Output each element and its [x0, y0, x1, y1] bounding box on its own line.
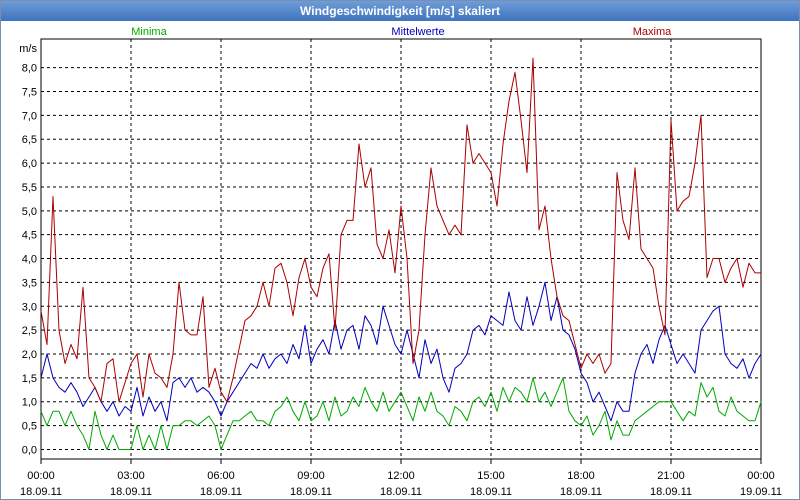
- y-tick-label: 7,5: [22, 87, 37, 99]
- x-tick-time-label: 12:00: [387, 470, 415, 482]
- y-tick-label: 2,0: [22, 349, 37, 361]
- x-tick-date-label: 18.09.11: [470, 486, 512, 498]
- y-tick-label: 6,5: [22, 134, 37, 146]
- y-tick-label: 3,5: [22, 277, 37, 289]
- x-tick-date-label: 18.09.11: [110, 486, 152, 498]
- x-tick-time-label: 09:00: [297, 470, 325, 482]
- y-axis-label: m/s: [19, 43, 37, 55]
- x-tick-time-label: 18:00: [567, 470, 595, 482]
- x-tick-date-label: 18.09.11: [380, 486, 422, 498]
- y-tick-label: 7,0: [22, 110, 37, 122]
- y-tick-label: 6,0: [22, 158, 37, 170]
- y-tick-label: 3,0: [22, 301, 37, 313]
- y-tick-label: 0,0: [22, 444, 37, 456]
- y-tick-label: 8,0: [22, 63, 37, 75]
- legend-maxima: Maxima: [633, 26, 672, 38]
- x-tick-date-label: 18.09.11: [560, 486, 602, 498]
- x-tick-date-label: 18.09.11: [650, 486, 692, 498]
- legend-mittelwerte: Mittelwerte: [391, 26, 444, 38]
- y-tick-label: 5,0: [22, 206, 37, 218]
- y-tick-label: 4,5: [22, 230, 37, 242]
- y-tick-label: 5,5: [22, 182, 37, 194]
- y-tick-label: 2,5: [22, 325, 37, 337]
- window-title: Windgeschwindigkeit [m/s] skaliert: [1, 1, 799, 21]
- x-tick-time-label: 21:00: [657, 470, 685, 482]
- x-tick-time-label: 03:00: [117, 470, 145, 482]
- x-tick-date-label: 18.09.11: [200, 486, 242, 498]
- x-tick-date-label: 18.09.11: [290, 486, 332, 498]
- y-tick-label: 4,0: [22, 254, 37, 266]
- x-tick-time-label: 00:00: [747, 470, 775, 482]
- x-tick-time-label: 15:00: [477, 470, 505, 482]
- y-tick-label: 1,0: [22, 397, 37, 409]
- y-tick-label: 0,5: [22, 421, 37, 433]
- x-tick-date-label: 19.09.11: [740, 486, 782, 498]
- wind-speed-chart: 0,0 0,5 1,0 1,5 2,0 2,5 3,0 3,5 4,0 4,5 5,0 5,5 6,0 6…: [19, 26, 782, 498]
- y-tick-label: 1,5: [22, 373, 37, 385]
- x-tick-date-label: 18.09.11: [20, 486, 62, 498]
- x-tick-time-label: 00:00: [27, 470, 55, 482]
- chart-window: Windgeschwindigkeit [m/s] skaliert 0,0 0,…: [0, 0, 800, 500]
- x-tick-time-label: 06:00: [207, 470, 235, 482]
- legend-minima: Minima: [131, 26, 167, 38]
